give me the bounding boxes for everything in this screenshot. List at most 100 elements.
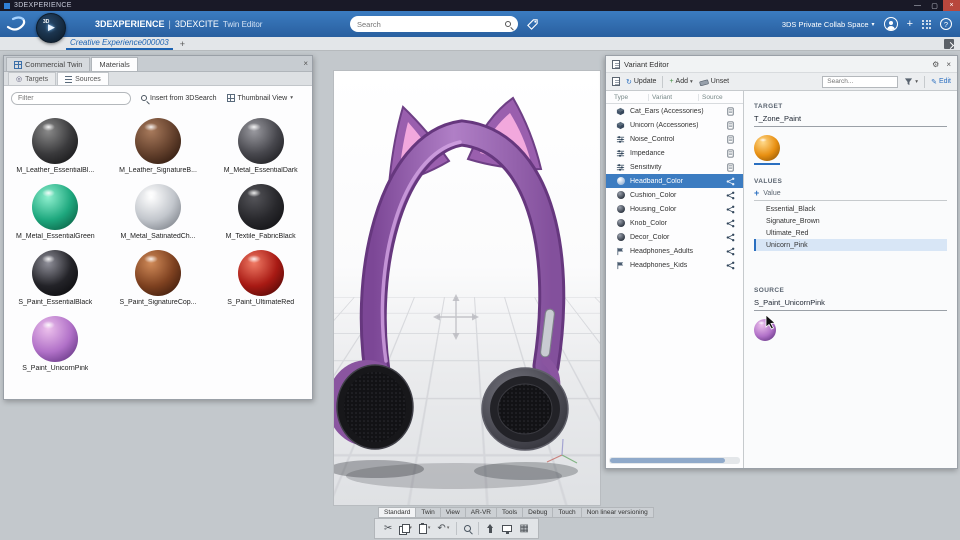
subtab-label: Targets [25,75,49,83]
material-item[interactable]: M_Leather_SignatureB... [107,118,210,174]
app-window: 3DEXPERIENCE — ▢ × 3D ▶ 3DEXPERIENCE | 3… [0,0,960,540]
update-button[interactable]: ↻ Update [626,78,656,86]
gear-icon[interactable]: ⚙ [932,60,939,69]
minimize-icon[interactable]: — [909,0,926,11]
subtab-targets[interactable]: ◎ Targets [8,72,57,85]
tab-creative-experience[interactable]: Creative Experience000003 [66,37,173,50]
column-source[interactable]: Source [702,94,723,101]
viewport-tab-non-linear-versioning[interactable]: Non linear versioning [581,507,654,518]
variant-row[interactable]: Cushion_Color [606,188,743,202]
horizontal-scrollbar[interactable] [609,457,740,464]
global-search[interactable] [350,16,518,32]
variant-search-input[interactable] [822,75,899,88]
window-title: 3DEXPERIENCE [14,2,72,9]
insert-from-3dsearch-button[interactable]: Insert from 3DSearch [141,95,217,102]
search-icon[interactable] [505,21,511,27]
viewport-tab-view[interactable]: View [440,507,466,518]
value-item[interactable]: Unicorn_Pink [754,239,947,251]
material-label: M_Leather_EssentialBl... [16,167,95,174]
variant-row[interactable]: Knob_Color [606,216,743,230]
viewport-tab-standard[interactable]: Standard [378,507,417,518]
display-icon[interactable] [502,525,513,534]
close-panel-icon[interactable]: × [946,60,951,69]
search-input[interactable] [357,19,505,29]
filter-input[interactable] [11,91,131,105]
value-item[interactable]: Ultimate_Red [754,227,947,239]
close-panel-icon[interactable]: × [303,59,308,68]
variant-row[interactable]: Cat_Ears (Accessories) [606,104,743,118]
zoom-icon[interactable] [464,525,472,532]
search-icon [141,95,147,101]
material-item[interactable]: M_Metal_SatinatedCh... [107,184,210,240]
material-item[interactable]: S_Paint_SignatureCop... [107,250,210,306]
maximize-icon[interactable]: ▢ [926,0,943,11]
material-sphere [32,316,79,362]
material-item[interactable]: S_Paint_EssentialBlack [4,250,107,306]
edit-button[interactable]: ✎ Edit [931,78,951,86]
target-value[interactable]: T_Zone_Paint [754,114,947,127]
tab-materials[interactable]: Materials [91,57,138,71]
viewport-tab-twin[interactable]: Twin [416,507,441,518]
checklist-icon[interactable] [612,77,620,86]
variant-row[interactable]: Noise_Control [606,132,743,146]
brand-separator: | [168,19,171,29]
scrollbar-thumb[interactable] [610,458,726,463]
variant-editor-header: Variant Editor ⚙ × [606,56,957,72]
copy-icon[interactable]: ▾ [399,523,412,535]
variant-row[interactable]: Headphones_Kids [606,258,743,272]
viewport-tab-touch[interactable]: Touch [553,507,582,518]
help-icon[interactable]: ? [940,18,952,30]
viewport-tab-tools[interactable]: Tools [496,507,524,518]
app-grid-icon[interactable] [922,19,931,29]
fullscreen-icon[interactable] [944,39,954,49]
user-avatar[interactable] [883,17,898,31]
variant-row[interactable]: Sensitivity [606,160,743,174]
close-icon[interactable]: × [943,0,960,11]
cut-icon[interactable]: ✂ [384,523,392,534]
variant-name: Headphones_Kids [630,261,688,269]
new-tab-icon[interactable]: + [180,39,185,49]
material-item[interactable]: M_Metal_EssentialDark [209,118,312,174]
color-icon [615,177,626,185]
undo-icon[interactable]: ↶ ▾ [437,523,449,534]
tab-commercial-twin[interactable]: Commercial Twin [6,57,91,71]
add-content-icon[interactable]: + [907,18,913,30]
compass-icon[interactable]: 3D ▶ [36,13,66,43]
variant-row[interactable]: Headband_Color [606,174,743,188]
target-swatch[interactable] [754,135,780,161]
source-value[interactable]: S_Paint_UnicornPink [754,298,947,311]
subtab-sources[interactable]: Sources [57,72,109,85]
collab-space-selector[interactable]: 3DS Private Collab Space ▾ [782,20,875,29]
3ds-logo [6,16,26,31]
variant-row[interactable]: Decor_Color [606,230,743,244]
grid-view-icon[interactable]: ▦ [519,523,528,534]
material-item[interactable]: M_Metal_EssentialGreen [4,184,107,240]
paste-icon[interactable]: ▾ [418,523,430,534]
chevron-down-icon: ▾ [915,78,919,85]
value-item[interactable]: Signature_Brown [754,215,947,227]
export-icon[interactable] [486,524,495,533]
thumbnail-view-button[interactable]: Thumbnail View ▾ [226,94,293,102]
variant-row[interactable]: Headphones_Adults [606,244,743,258]
column-type[interactable]: Type [614,94,628,101]
variant-editor-panel: Variant Editor ⚙ × ↻ Update + Add ▾ Unse… [605,55,958,469]
material-item[interactable]: S_Paint_UnicornPink [4,316,107,372]
add-button[interactable]: + Add ▾ [669,78,692,85]
material-item[interactable]: S_Paint_UltimateRed [209,250,312,306]
variant-row[interactable]: Impedance [606,146,743,160]
value-item[interactable]: Essential_Black [754,203,947,215]
filter-button[interactable]: ▾ [904,77,918,86]
material-item[interactable]: M_Leather_EssentialBl... [4,118,107,174]
color-icon [615,233,626,241]
tag-icon[interactable] [526,18,539,31]
variant-row[interactable]: Housing_Color [606,202,743,216]
column-variant[interactable]: Variant [652,94,672,101]
material-item[interactable]: M_Textile_FabricBlack [209,184,312,240]
viewport-tab-ar-vr[interactable]: AR-VR [465,507,497,518]
viewport-tab-debug[interactable]: Debug [523,507,554,518]
material-label: S_Paint_UnicornPink [22,365,89,372]
3d-viewport[interactable] [333,70,601,506]
add-value-button[interactable]: + Value [754,189,947,201]
variant-row[interactable]: Unicorn (Accessories) [606,118,743,132]
unset-button[interactable]: Unset [699,78,729,86]
